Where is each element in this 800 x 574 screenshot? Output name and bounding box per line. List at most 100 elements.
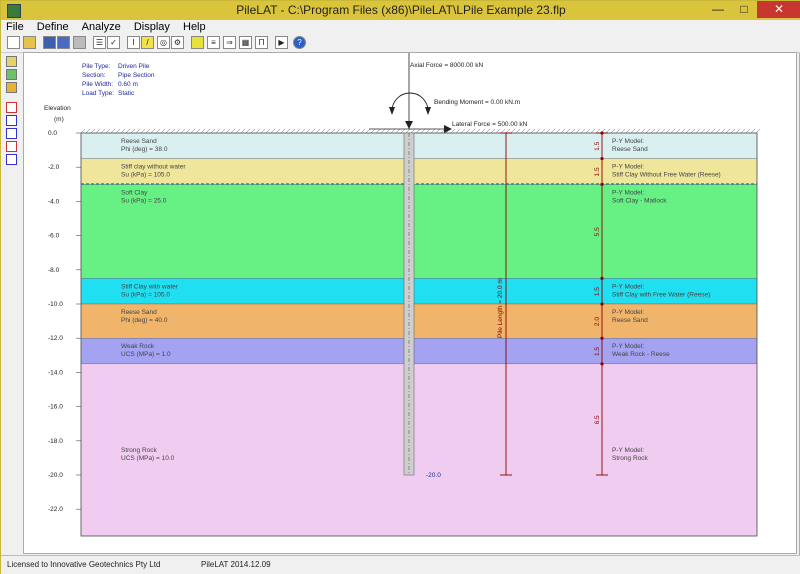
ground-hatch [690,128,696,134]
axis-tick-label: -14.0 [48,369,63,376]
ground-hatch [155,128,161,134]
layer-parameter: Phi (deg) = 38.0 [121,146,168,153]
layer-parameter: Su (kPa) = 105.0 [121,291,170,298]
ground-hatch [325,128,331,134]
thickness-label: 2.0 [594,317,601,326]
ground-hatch [585,128,591,134]
axis-title: Elevation [44,105,71,112]
thickness-label: 5.5 [594,227,601,236]
ground-hatch [115,128,121,134]
print-icon[interactable] [73,36,86,49]
axis-tick-label: -16.0 [48,404,63,411]
py-curve-icon[interactable] [6,154,17,165]
pressure-plot-icon[interactable] [6,141,17,152]
ground-hatch [705,128,711,134]
menu-define[interactable]: Define [32,20,74,34]
ground-hatch [455,128,461,134]
edit-icon[interactable]: / [141,36,154,49]
ground-hatch [665,128,671,134]
ground-hatch [555,128,561,134]
window-title: PileLAT - C:\Program Files (x86)\PileLAT… [236,3,566,17]
ground-hatch [730,128,736,134]
moment-plot-icon[interactable] [6,115,17,126]
info-label-pile-type: Pile Type: [82,63,111,70]
ground-hatch [385,128,391,134]
close-button[interactable]: ✕ [757,1,800,18]
ground-hatch [610,128,616,134]
ground-hatch [620,128,626,134]
layers-icon[interactable] [191,36,204,49]
grid-icon[interactable]: ▦ [239,36,252,49]
py-model-label: P-Y Model: [612,309,644,316]
ground-hatch [160,128,166,134]
run-icon[interactable]: ▶ [275,36,288,49]
menu-display[interactable]: Display [129,20,175,34]
soil-layer [80,132,758,159]
info-label-pile-width: Pile Width: [82,81,113,88]
toolbar: ☰ ✓ I / ◎ ⚙ ≡ ⇒ ▦ Π ▶ ? [1,34,800,53]
ground-hatch [470,128,476,134]
pile-length-label: Pile Length = 20.0 m [497,278,504,338]
chart-icon[interactable]: Π [255,36,268,49]
py-model-name: Weak Rock - Reese [612,351,670,358]
axis-unit: (m) [54,116,64,123]
menu-file[interactable]: File [1,20,29,34]
ground-hatch [570,128,576,134]
ground-hatch [90,128,96,134]
ground-hatch [220,128,226,134]
table-icon[interactable]: ☰ [93,36,106,49]
ground-hatch [745,128,751,134]
save-all-icon[interactable] [57,36,70,49]
layer-parameter: UCS (MPa) = 1.0 [121,351,171,358]
checkbox-icon[interactable]: ✓ [107,36,120,49]
py-model-label: P-Y Model: [612,343,644,350]
ground-hatch [295,128,301,134]
help-icon[interactable]: ? [293,36,306,49]
ground-hatch [125,128,131,134]
ground-hatch [280,128,286,134]
soil-profile-icon[interactable] [6,56,17,67]
new-file-icon[interactable] [7,36,20,49]
properties-icon[interactable]: ⚙ [171,36,184,49]
ground-hatch [465,128,471,134]
thickness-label: 1.5 [594,287,601,296]
menu-bar: File Define Analyze Display Help [1,20,800,34]
open-folder-icon[interactable] [23,36,36,49]
ground-hatch [245,128,251,134]
ground-hatch [200,128,206,134]
maximize-button[interactable]: □ [731,1,757,18]
info-value-pile-type: Driven Pile [118,63,150,70]
py-model-label: P-Y Model: [612,164,644,171]
ground-hatch [390,128,396,134]
menu-help[interactable]: Help [178,20,211,34]
ground-hatch [505,128,511,134]
py-model-name: Reese Sand [612,146,648,153]
moment-arrowhead-right [425,107,431,115]
ground-hatch [400,128,406,134]
load-icon[interactable]: ⇒ [223,36,236,49]
pile-section-icon[interactable]: I [127,36,140,49]
minimize-button[interactable]: — [705,1,731,18]
align-icon[interactable]: ≡ [207,36,220,49]
ground-hatch [725,128,731,134]
ground-hatch [340,128,346,134]
save-icon[interactable] [43,36,56,49]
stack-view-icon[interactable] [6,82,17,93]
soil-layer [80,363,758,537]
ground-hatch [485,128,491,134]
py-model-name: Stiff Clay with Free Water (Reese) [612,291,710,298]
shear-plot-icon[interactable] [6,128,17,139]
layer-name: Weak Rock [121,343,155,350]
menu-analyze[interactable]: Analyze [77,20,126,34]
thickness-label: 1.5 [594,141,601,150]
ground-hatch [685,128,691,134]
deflection-plot-icon[interactable] [6,102,17,113]
info-value-pile-width: 0.60 m [118,81,138,88]
target-icon[interactable]: ◎ [157,36,170,49]
ground-hatch [415,128,421,134]
ground-hatch [380,128,386,134]
ground-hatch [630,128,636,134]
layers-view-icon[interactable] [6,69,17,80]
drawing-canvas[interactable]: Pile Type: Driven Pile Section: Pipe Sec… [23,52,797,554]
ground-hatch [435,128,441,134]
